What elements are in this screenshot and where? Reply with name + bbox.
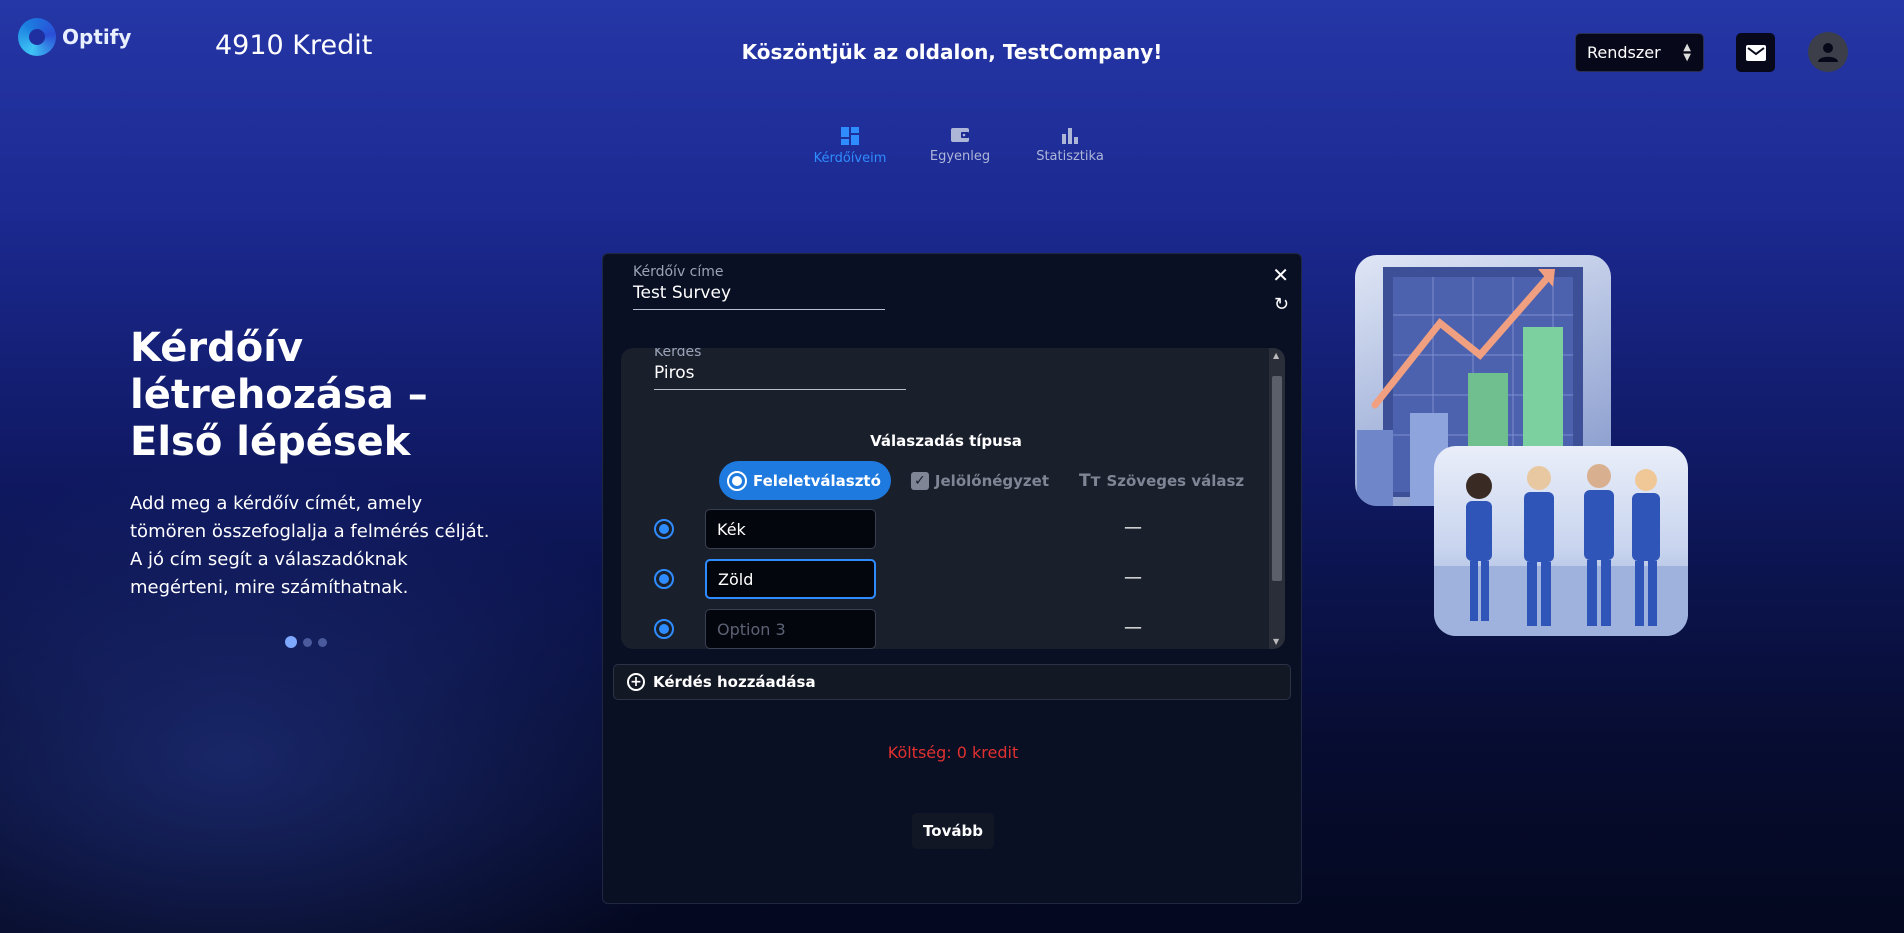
carousel-dot[interactable] [285, 636, 297, 648]
theme-select-value: Rendszer [1587, 43, 1661, 62]
survey-editor-modal: Kérdőív címe Test Survey ✕ ↻ Kérdés Piro… [602, 253, 1302, 904]
option-radio[interactable] [654, 569, 674, 589]
nav-tab-label: Egyenleg [929, 149, 991, 164]
team-illustration [1434, 446, 1688, 636]
bar-chart-icon [1062, 128, 1078, 144]
answer-type-title: Válaszadás típusa [870, 432, 1022, 450]
type-label: Szöveges válasz [1106, 471, 1245, 490]
survey-title-input[interactable]: Test Survey [633, 280, 885, 310]
user-avatar-button[interactable] [1808, 32, 1848, 72]
option-row: — [653, 609, 1253, 649]
checkbox-icon: ✓ [910, 471, 929, 490]
plus-circle-icon: + [627, 673, 645, 691]
theme-select[interactable]: Rendszer ▲ ▼ [1575, 33, 1704, 72]
mail-icon [1745, 44, 1766, 61]
chevron-updown-icon: ▲ ▼ [1683, 42, 1691, 63]
option-radio[interactable] [654, 619, 674, 639]
wallet-icon [951, 128, 969, 142]
messages-button[interactable] [1736, 33, 1775, 72]
nav-tab-label: Statisztika [1036, 149, 1104, 164]
remove-option-button[interactable]: — [1124, 567, 1142, 588]
question-panel: Kérdés Piros Válaszadás típusa Feleletvá… [621, 348, 1285, 649]
main-nav: Kérdőíveim Egyenleg Statisztika [795, 126, 1125, 166]
radio-icon [727, 470, 747, 491]
nav-tab-label: Kérdőíveim [813, 151, 887, 166]
add-question-button[interactable]: + Kérdés hozzáadása [613, 664, 1291, 700]
carousel-dots [285, 636, 327, 648]
carousel-dot[interactable] [318, 637, 327, 647]
question-input[interactable]: Piros [654, 360, 906, 390]
add-question-label: Kérdés hozzáadása [653, 673, 816, 691]
answer-type-group: Feleletválasztó ✓ Jelölőnégyzet Tт Szöve… [719, 461, 1254, 500]
survey-title-field[interactable]: Kérdőív címe Test Survey [633, 264, 885, 310]
option-row: — [653, 509, 1253, 549]
survey-title-label: Kérdőív címe [633, 264, 724, 280]
option-input[interactable] [705, 559, 876, 599]
nav-tab-surveys[interactable]: Kérdőíveim [795, 126, 905, 166]
next-button[interactable]: Tovább [912, 813, 994, 849]
refresh-icon[interactable]: ↻ [1274, 294, 1289, 315]
cost-text: Költség: 0 kredit [887, 743, 1019, 762]
text-format-icon: Tт [1079, 470, 1101, 491]
type-text-button[interactable]: Tт Szöveges válasz [1071, 461, 1254, 500]
dashboard-icon [841, 127, 859, 145]
type-label: Jelölőnégyzet [934, 471, 1050, 490]
hero-title: Kérdőív létrehozása – Első lépések [130, 325, 428, 465]
type-checkbox-button[interactable]: ✓ Jelölőnégyzet [903, 461, 1059, 500]
close-icon[interactable]: ✕ [1272, 263, 1289, 287]
option-input[interactable] [705, 509, 876, 549]
question-field[interactable]: Kérdés Piros [654, 348, 906, 390]
remove-option-button[interactable]: — [1124, 617, 1142, 638]
nav-tab-statistics[interactable]: Statisztika [1015, 126, 1125, 166]
scroll-down-icon[interactable]: ▼ [1273, 637, 1279, 646]
option-row: — [653, 559, 1253, 599]
question-label: Kérdés [654, 348, 702, 360]
option-input[interactable] [705, 609, 876, 649]
option-radio[interactable] [654, 519, 674, 539]
scroll-up-icon[interactable]: ▲ [1273, 351, 1279, 360]
remove-option-button[interactable]: — [1124, 517, 1142, 538]
nav-tab-balance[interactable]: Egyenleg [905, 126, 1015, 166]
type-label: Feleletválasztó [753, 471, 881, 490]
type-multiple-choice-button[interactable]: Feleletválasztó [719, 461, 891, 500]
hero-description: Add meg a kérdőív címét, amely tömören ö… [130, 493, 490, 598]
scroll-thumb[interactable] [1272, 376, 1282, 581]
user-icon [1818, 43, 1838, 62]
question-scrollbar[interactable]: ▲ ▼ [1269, 348, 1285, 649]
carousel-dot[interactable] [303, 637, 312, 647]
